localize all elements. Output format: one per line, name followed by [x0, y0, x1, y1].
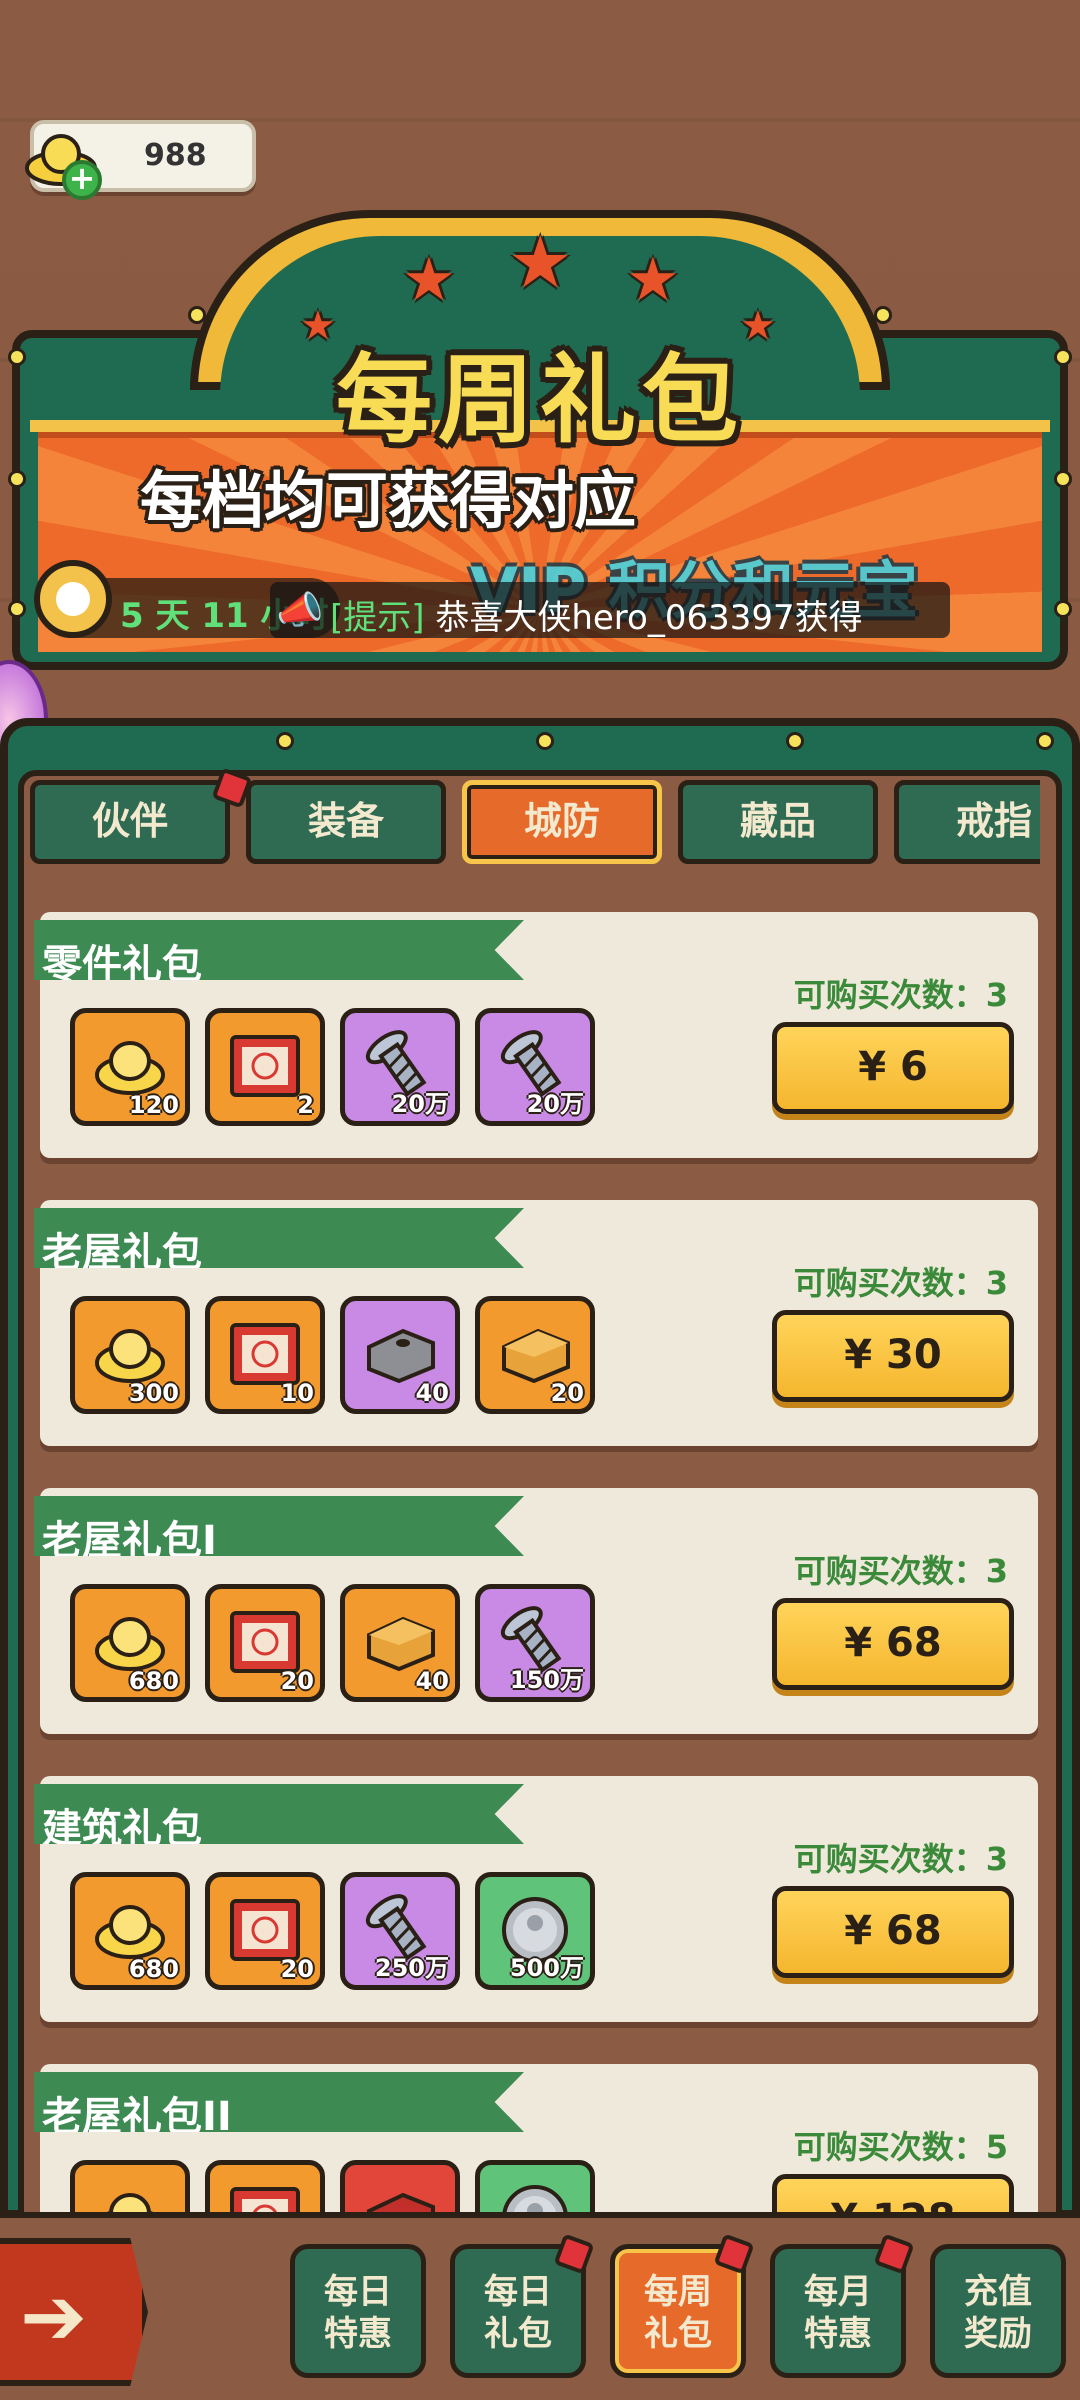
light-bulb: [1054, 600, 1072, 618]
reward-item[interactable]: 680: [70, 1872, 190, 1990]
light-bulb: [786, 732, 804, 750]
buy-button[interactable]: ¥ 68: [772, 1598, 1014, 1690]
purchase-limit: 可购买次数：3: [793, 1552, 1008, 1590]
notice-ticker: 📣 [提示] 恭喜大侠hero_063397获得: [270, 582, 950, 638]
reward-qty: 680: [128, 1667, 179, 1695]
reward-item[interactable]: 500万: [475, 1872, 595, 1990]
pack-ribbon: 零件礼包: [34, 920, 524, 980]
buy-button[interactable]: ¥ 30: [772, 1310, 1014, 1402]
light-bulb: [536, 732, 554, 750]
back-button[interactable]: ➔: [0, 2238, 148, 2386]
reward-item[interactable]: 680: [70, 1584, 190, 1702]
reward-item[interactable]: 40: [340, 1296, 460, 1414]
pack-card: 老屋礼包I 可购买次数：3 680 20 40 150万 ¥ 68: [34, 1488, 1038, 1734]
add-currency-button[interactable]: +: [62, 160, 102, 200]
reward-qty: 20: [280, 1667, 314, 1695]
reward-qty: 40: [415, 1379, 449, 1407]
reward-qty: 150万: [509, 1666, 584, 1694]
pack-ribbon: 老屋礼包I: [34, 1496, 524, 1556]
tab-3[interactable]: 藏品: [678, 780, 878, 864]
reward-item[interactable]: 20: [205, 1584, 325, 1702]
star-icon: ★: [402, 245, 456, 315]
reward-item[interactable]: 300: [70, 1296, 190, 1414]
light-bulb: [1036, 732, 1054, 750]
purchase-limit: 可购买次数：3: [793, 976, 1008, 1014]
reward-item[interactable]: 40: [340, 1584, 460, 1702]
reward-qty: 680: [128, 1955, 179, 1983]
star-icon: ★: [626, 245, 680, 315]
notice-text: [提示] 恭喜大侠hero_063397获得: [330, 598, 863, 638]
purchase-limit: 可购买次数：5: [793, 2128, 1008, 2166]
reward-item[interactable]: 120: [70, 1008, 190, 1126]
reward-qty: 300: [128, 1379, 179, 1407]
banner-title: 每周礼包: [336, 344, 744, 456]
pack-ribbon: 老屋礼包II: [34, 2072, 524, 2132]
clock-icon: [34, 560, 112, 638]
pack-title: 老屋礼包II: [42, 2094, 232, 2140]
light-bulb: [8, 600, 26, 618]
reward-item[interactable]: 2: [205, 1008, 325, 1126]
pack-ribbon: 老屋礼包: [34, 1208, 524, 1268]
pack-title: 老屋礼包I: [42, 1518, 217, 1564]
pack-card: 建筑礼包可购买次数：3 680 20 250万 500万 ¥ 68: [34, 1776, 1038, 2022]
nav-button-4[interactable]: 充值 奖励: [930, 2244, 1066, 2378]
nav-button-0[interactable]: 每日 特惠: [290, 2244, 426, 2378]
reward-qty: 20万: [526, 1090, 584, 1118]
pack-card: 零件礼包可购买次数：3 120 2 20万 20万 ¥ 6: [34, 912, 1038, 1158]
currency-value: 988: [144, 138, 207, 173]
banner-subtitle: 每档均可获得对应: [140, 464, 637, 537]
tab-4[interactable]: 戒指: [894, 780, 1040, 864]
star-icon: ★: [508, 220, 573, 304]
reward-qty: 500万: [509, 1954, 584, 1982]
purchase-limit: 可购买次数：3: [793, 1264, 1008, 1302]
buy-button[interactable]: ¥ 6: [772, 1022, 1014, 1114]
reward-item[interactable]: 20: [205, 1872, 325, 1990]
category-tabs: 伙伴 装备 城防 藏品 戒指: [30, 780, 1040, 868]
reward-qty: 250万: [374, 1954, 449, 1982]
reward-item[interactable]: 250万: [340, 1872, 460, 1990]
pack-title: 建筑礼包: [42, 1806, 202, 1852]
reward-qty: 10: [280, 1379, 314, 1407]
light-bulb: [1054, 470, 1072, 488]
reward-qty: 20: [550, 1379, 584, 1407]
reward-item[interactable]: 20万: [340, 1008, 460, 1126]
reward-qty: 20万: [391, 1090, 449, 1118]
back-arrow-icon: ➔: [20, 2270, 88, 2363]
megaphone-icon: 📣: [276, 588, 324, 632]
reward-qty: 40: [415, 1667, 449, 1695]
reward-item[interactable]: 20万: [475, 1008, 595, 1126]
tab-0[interactable]: 伙伴: [30, 780, 230, 864]
reward-item[interactable]: 10: [205, 1296, 325, 1414]
buy-button[interactable]: ¥ 68: [772, 1886, 1014, 1978]
reward-qty: 20: [280, 1955, 314, 1983]
reward-qty: 2: [297, 1091, 314, 1119]
pack-ribbon: 建筑礼包: [34, 1784, 524, 1844]
reward-item[interactable]: 150万: [475, 1584, 595, 1702]
tab-1[interactable]: 装备: [246, 780, 446, 864]
pack-card: 老屋礼包可购买次数：3 300 10 40 20 ¥ 30: [34, 1200, 1038, 1446]
light-bulb: [276, 732, 294, 750]
reward-qty: 120: [128, 1091, 179, 1119]
purchase-limit: 可购买次数：3: [793, 1840, 1008, 1878]
reward-item[interactable]: 20: [475, 1296, 595, 1414]
ticket-icon: [228, 1029, 302, 1103]
pack-title: 零件礼包: [42, 942, 202, 988]
light-bulb: [8, 470, 26, 488]
tab-2[interactable]: 城防: [462, 780, 662, 864]
pack-title: 老屋礼包: [42, 1230, 202, 1276]
